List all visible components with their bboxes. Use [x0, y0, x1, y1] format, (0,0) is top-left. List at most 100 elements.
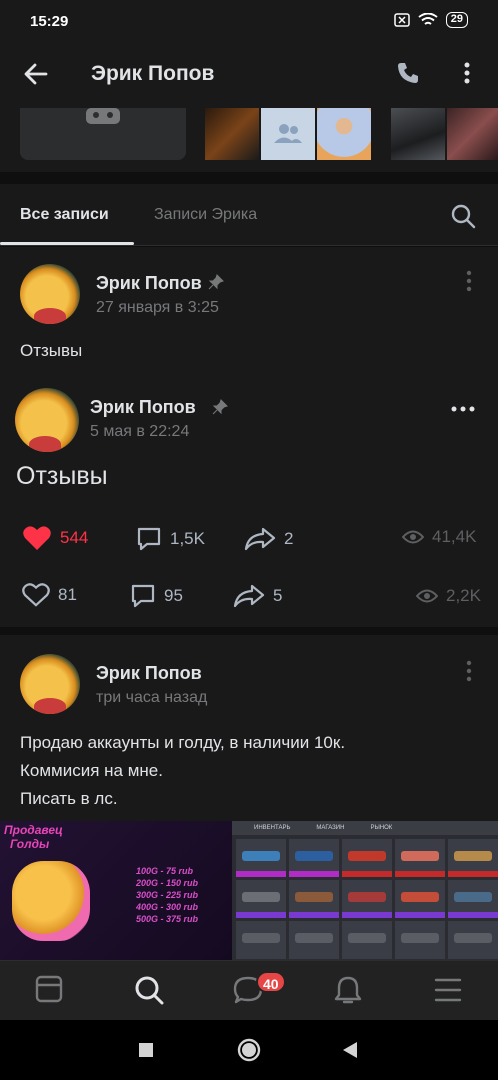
- share-count: 5: [273, 586, 283, 605]
- post-text: Продаю аккаунты и голду, в наличии 10к. …: [20, 729, 345, 813]
- comment-button[interactable]: 1,5K: [136, 526, 205, 552]
- more-vertical-icon[interactable]: [455, 60, 479, 86]
- tab-active-indicator: [0, 242, 134, 245]
- comment-button[interactable]: 95: [130, 583, 183, 609]
- heart-icon: [22, 583, 50, 607]
- arrow-left-icon[interactable]: [22, 60, 50, 88]
- photo-thumb[interactable]: [261, 108, 315, 160]
- like-count: 544: [60, 528, 89, 547]
- page-title: Эрик Попов: [91, 62, 215, 85]
- inventory-item: [342, 921, 392, 959]
- photo-thumb[interactable]: [205, 108, 259, 160]
- seller-caption-line: Продавец: [4, 823, 63, 837]
- photos-strip: [0, 108, 498, 172]
- post-author[interactable]: Эрик Попов: [96, 663, 202, 684]
- more-horizontal-icon[interactable]: [451, 405, 475, 413]
- post-date: три часа назад: [96, 689, 208, 706]
- like-count: 81: [58, 585, 77, 604]
- inventory-item: [448, 921, 498, 959]
- share-button[interactable]: 5: [233, 583, 282, 609]
- post-text: Отзывы: [20, 341, 83, 360]
- home-icon[interactable]: [237, 1038, 261, 1062]
- inventory-item: [342, 839, 392, 877]
- price-item: 100G - 75 rub: [136, 866, 194, 876]
- more-vertical-icon[interactable]: [463, 660, 475, 682]
- seller-caption-line: Голды: [10, 837, 50, 851]
- post-text-line: Продаю аккаунты и голду, в наличии 10к.: [20, 733, 346, 752]
- photo-thumb[interactable]: [317, 108, 371, 160]
- avatar[interactable]: [20, 654, 80, 714]
- eye-icon: [416, 589, 438, 603]
- back-triangle-icon[interactable]: [342, 1041, 358, 1059]
- wall-tabs: Все записи Записи Эрика: [0, 184, 498, 246]
- inventory-item: [395, 921, 445, 959]
- post-author[interactable]: Эрик Попов: [96, 273, 202, 294]
- comment-count: 1,5K: [170, 529, 205, 548]
- bottom-nav: 40: [0, 960, 498, 1020]
- pinned-post: Эрик Попов 27 января в 3:25 Отзывы Эрик …: [0, 247, 498, 627]
- status-icons: 29: [394, 12, 468, 28]
- price-item: 300G - 225 rub: [136, 890, 199, 900]
- views-count: 41,4K: [432, 527, 477, 546]
- inventory-item: [236, 921, 286, 959]
- price-item: 500G - 375 rub: [136, 914, 199, 924]
- share-button[interactable]: 2: [244, 526, 293, 552]
- sim-off-icon: [394, 13, 410, 27]
- price-item: 400G - 300 rub: [136, 902, 199, 912]
- repost-date: 5 мая в 22:24: [90, 423, 190, 440]
- inventory-item: [289, 921, 339, 959]
- news-icon[interactable]: [35, 975, 63, 1003]
- recents-icon[interactable]: [138, 1042, 154, 1058]
- photo-thumb[interactable]: [447, 108, 498, 160]
- status-time: 15:29: [30, 13, 69, 30]
- bear-illustration: [12, 861, 90, 941]
- search-icon[interactable]: [134, 975, 164, 1005]
- comment-icon: [137, 527, 161, 551]
- like-button[interactable]: 544: [22, 525, 88, 551]
- phone-icon[interactable]: [395, 60, 421, 86]
- post-text-line: Писать в лс.: [20, 789, 118, 808]
- eye-icon: [402, 530, 424, 544]
- inventory-item: [342, 880, 392, 918]
- tab-author-posts[interactable]: Записи Эрика: [154, 206, 257, 224]
- users-icon: [274, 124, 302, 143]
- inventory-tab: РЫНОК: [370, 825, 393, 831]
- inventory-tab: МАГАЗИН: [316, 825, 345, 831]
- post-text-line: Коммисия на мне.: [20, 761, 163, 780]
- share-icon: [244, 527, 276, 551]
- system-navigation: [0, 1020, 498, 1080]
- comment-icon: [131, 584, 155, 608]
- repost-author[interactable]: Эрик Попов: [90, 397, 196, 418]
- more-vertical-icon[interactable]: [463, 270, 475, 292]
- bell-icon[interactable]: [334, 975, 362, 1005]
- post-image[interactable]: Продавец Голды 100G - 75 rub 200G - 150 …: [0, 821, 498, 960]
- search-icon[interactable]: [450, 203, 476, 229]
- views: 41,4K: [402, 527, 476, 547]
- post-date: 27 января в 3:25: [96, 299, 219, 316]
- wall-post: Эрик Попов три часа назад Продаю аккаунт…: [0, 635, 498, 960]
- top-bar: Эрик Попов: [0, 44, 498, 108]
- avatar[interactable]: [20, 264, 80, 324]
- menu-icon[interactable]: [434, 977, 462, 1003]
- like-button[interactable]: 81: [22, 583, 77, 607]
- photo-placeholder[interactable]: [20, 108, 186, 160]
- photo-thumb[interactable]: [391, 108, 445, 160]
- views: 2,2K: [416, 586, 481, 606]
- seller-caption: Продавец Голды: [4, 823, 63, 851]
- share-count: 2: [284, 529, 294, 548]
- inventory-tabs: ИНВЕНТАРЬ МАГАЗИН РЫНОК: [232, 821, 498, 835]
- avatar[interactable]: [15, 388, 79, 452]
- wifi-icon: [418, 13, 438, 25]
- inventory-item: [289, 839, 339, 877]
- pin-icon: [212, 399, 228, 415]
- tab-all-posts[interactable]: Все записи: [20, 206, 109, 224]
- inventory-item: [236, 880, 286, 918]
- inventory-item: [289, 880, 339, 918]
- inventory-item: [448, 839, 498, 877]
- battery-indicator: 29: [445, 12, 468, 28]
- share-icon: [233, 584, 265, 608]
- inventory-item: [448, 880, 498, 918]
- inventory-grid: [236, 839, 498, 959]
- inventory-item: [395, 880, 445, 918]
- robot-icon: [86, 108, 120, 124]
